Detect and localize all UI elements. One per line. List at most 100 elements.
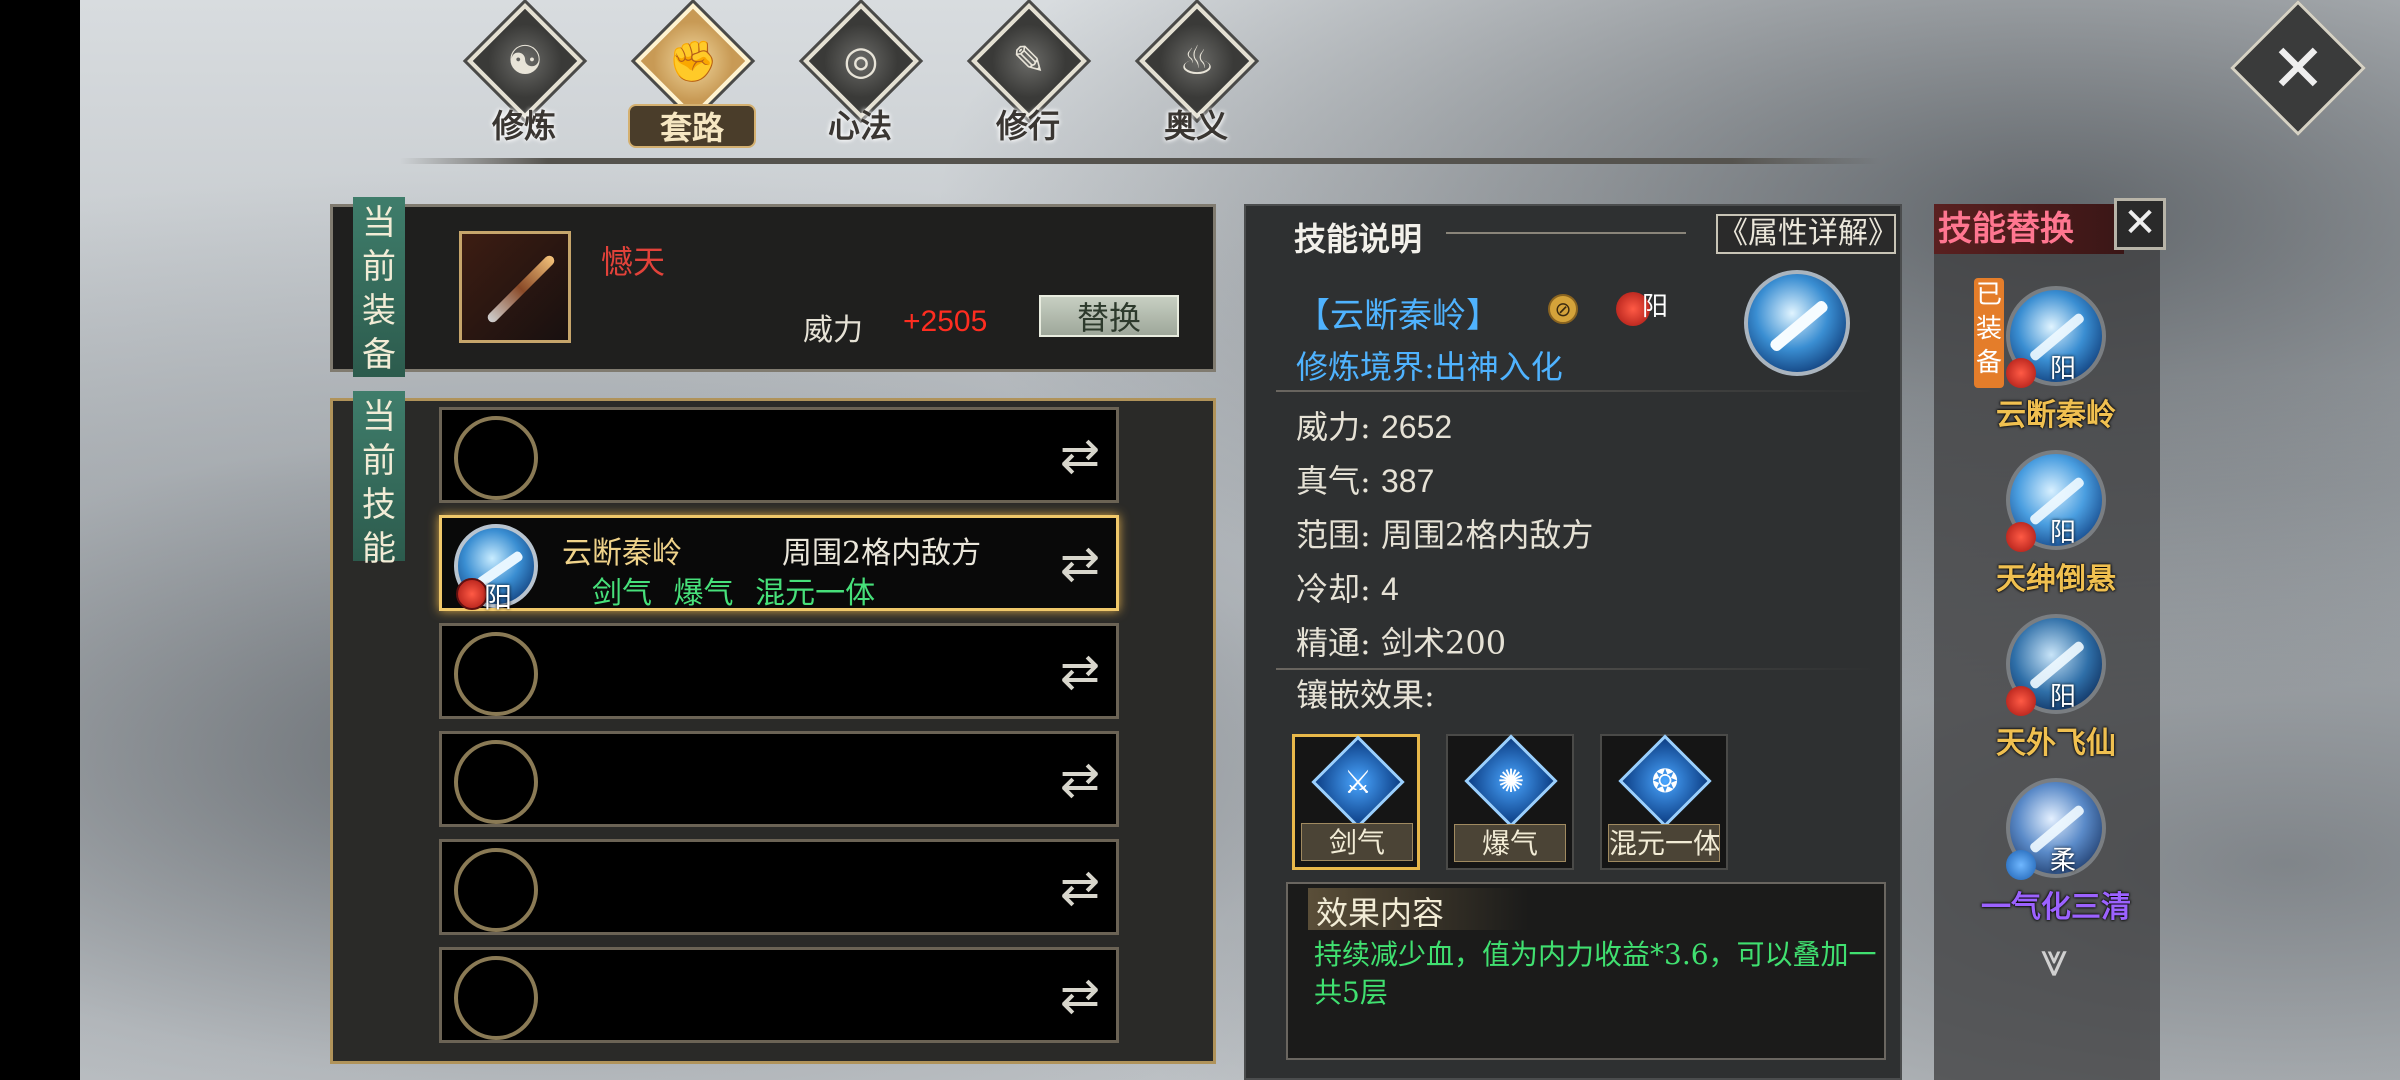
stat-value: 4 [1380, 571, 1399, 607]
empty-ring-icon [454, 632, 538, 716]
tab-divider [400, 158, 1880, 164]
lotus-icon: ☯ [507, 38, 543, 84]
stat-cooldown: 冷却: 4 [1296, 564, 1399, 610]
current-equipment-panel: 当前装备 憾天 威力 +2505 替换 [330, 197, 1216, 377]
yang-gem-icon [2006, 358, 2036, 388]
orb-mark [1768, 298, 1830, 354]
stat-power: 威力: 2652 [1296, 402, 1452, 448]
rou-gem-icon [2006, 850, 2036, 880]
divider [1276, 390, 1876, 392]
effect-box: 效果内容 持续减少血，值为内力收益*3.6，可以叠加一共5层 [1286, 882, 1886, 1060]
fist-icon: ✊ [668, 38, 718, 85]
gem-label: 柔 [2050, 846, 2077, 876]
gem-label: 阳 [1642, 292, 1669, 322]
tab-mystery[interactable]: ♨ 奥义 [1122, 3, 1270, 152]
blade-shape [485, 253, 557, 325]
replace-skill-3[interactable]: 阳 天外飞仙 [1982, 614, 2122, 764]
gem-label: 阳 [2050, 518, 2077, 548]
skill-name: 云断秦岭 [562, 536, 682, 571]
unity-icon: ❂ [1618, 734, 1712, 828]
empty-ring-icon [454, 956, 538, 1040]
empty-ring-icon [454, 740, 538, 824]
close-icon: ✕ [2270, 29, 2326, 107]
effect-text: 持续减少血，值为内力收益*3.6，可以叠加一共5层 [1314, 938, 1877, 1009]
skill-description-panel: 技能说明 《属性详解》 【云断秦岭】 ⊘ 阳 修炼境界:出神入化 威力: 265… [1244, 204, 1902, 1080]
swap-icon[interactable]: ⇄ [1048, 856, 1112, 920]
scroll-icon: ✎ [1012, 38, 1046, 84]
yang-gem-icon [2006, 686, 2036, 716]
stat-label: 威力: [1296, 408, 1371, 446]
gem-label: 阳 [484, 581, 513, 614]
replace-title: 技能替换 [1934, 204, 2124, 254]
swap-icon[interactable]: ⇄ [1048, 964, 1112, 1028]
flame-icon: ♨ [1179, 38, 1215, 84]
stat-mastery: 精通: 剑术200 [1296, 618, 1506, 664]
swap-icon[interactable]: ⇄ [1048, 640, 1112, 704]
replace-skill-1[interactable]: 已装备 阳 云断秦岭 [1974, 278, 2122, 436]
inlay-label: 爆气 [1454, 824, 1566, 862]
tab-routine[interactable]: ✊ 套路 [618, 3, 766, 152]
skill-slot-empty[interactable]: ⇄ [439, 947, 1119, 1043]
replace-skill-2[interactable]: 阳 天绅倒悬 [1982, 450, 2122, 600]
yang-gem-icon [2006, 522, 2036, 552]
stat-range: 范围: 周围2格内敌方 [1296, 510, 1593, 556]
swap-icon[interactable]: ⇄ [1048, 424, 1112, 488]
stat-label: 真气: [1296, 462, 1371, 500]
stat-value: 周围2格内敌方 [1380, 516, 1594, 554]
weapon-name: 憾天 [601, 243, 666, 281]
tab-label: 套路 [628, 104, 756, 148]
skills-tag: 当前技能 [353, 391, 405, 569]
power-value: +2505 [903, 305, 988, 338]
replace-button[interactable]: 替换 [1039, 295, 1179, 337]
skill-name: 天外飞仙 [1996, 726, 2116, 761]
skill-title: 【云断秦岭】 [1296, 296, 1500, 336]
inlay-label: 混元一体 [1608, 824, 1720, 862]
tab-practice[interactable]: ✎ 修行 [954, 3, 1102, 152]
tab-label: 修行 [995, 107, 1060, 145]
attribute-details-button[interactable]: 《属性详解》 [1716, 214, 1898, 254]
burst-icon: ✺ [1464, 734, 1558, 828]
tab-label: 奥义 [1163, 107, 1228, 145]
replace-skill-4[interactable]: 柔 一气化三清 [1981, 778, 2131, 928]
skill-slot-empty[interactable]: ⇄ [439, 623, 1119, 719]
gem-label: 阳 [2050, 354, 2077, 384]
title-divider [1446, 232, 1686, 234]
stat-value: 387 [1380, 463, 1435, 499]
weapon-icon[interactable] [459, 231, 571, 343]
swirl-icon: ◎ [843, 38, 879, 84]
close-icon[interactable]: ✕ [2114, 198, 2166, 250]
empty-ring-icon [454, 848, 538, 932]
sword-energy-icon: ⚔ [1311, 735, 1405, 829]
stat-label: 精通: [1296, 624, 1371, 662]
skill-name: 天绅倒悬 [1996, 562, 2116, 597]
tab-cultivation[interactable]: ☯ 修炼 [450, 3, 598, 152]
skill-slot-empty[interactable]: ⇄ [439, 731, 1119, 827]
skill-replace-panel: 技能替换 ✕ 已装备 阳 云断秦岭 阳 天绅倒悬 阳 天外飞仙 柔 一气化三清 … [1934, 198, 2166, 1080]
inlay-burst[interactable]: ✺ 爆气 [1446, 734, 1574, 870]
skill-name: 云断秦岭 [1996, 398, 2116, 433]
effect-title: 效果内容 [1308, 888, 1528, 932]
skill-name: 一气化三清 [1981, 890, 2131, 925]
compass-icon: ⊘ [1548, 294, 1578, 324]
swap-icon[interactable]: ⇄ [1048, 748, 1112, 812]
current-skills-panel: 当前技能 ⇄ 阳 云断秦岭 周围2格内敌方 剑气 爆气 混元一体 ⇄ ⇄ ⇄ ⇄… [330, 391, 1216, 1064]
icon-glyph: ⚔ [1343, 763, 1373, 801]
tab-mind-method[interactable]: ◎ 心法 [786, 3, 934, 152]
stat-label: 范围: [1296, 516, 1371, 554]
tab-label: 修炼 [491, 107, 556, 145]
skill-slot-empty[interactable]: ⇄ [439, 407, 1119, 503]
skill-slot-selected[interactable]: 阳 云断秦岭 周围2格内敌方 剑气 爆气 混元一体 ⇄ [439, 515, 1119, 614]
empty-ring-icon [454, 416, 538, 500]
inlay-unity[interactable]: ❂ 混元一体 [1600, 734, 1728, 870]
inlay-sword-energy[interactable]: ⚔ 剑气 [1292, 734, 1420, 870]
skill-slot-empty[interactable]: ⇄ [439, 839, 1119, 935]
inlay-title: 镶嵌效果: [1296, 676, 1435, 714]
top-tab-bar: ☯ 修炼 ✊ 套路 ◎ 心法 ✎ 修行 ♨ 奥义 [450, 3, 1270, 152]
skill-range: 周围2格内敌方 [782, 536, 982, 571]
tab-label: 心法 [827, 107, 892, 145]
inlay-label: 剑气 [1301, 823, 1413, 861]
stat-qi: 真气: 387 [1296, 456, 1434, 502]
description-title: 技能说明 [1294, 220, 1423, 258]
swap-icon[interactable]: ⇄ [1048, 532, 1112, 596]
chevron-down-icon[interactable]: ⩔ [2022, 932, 2086, 988]
